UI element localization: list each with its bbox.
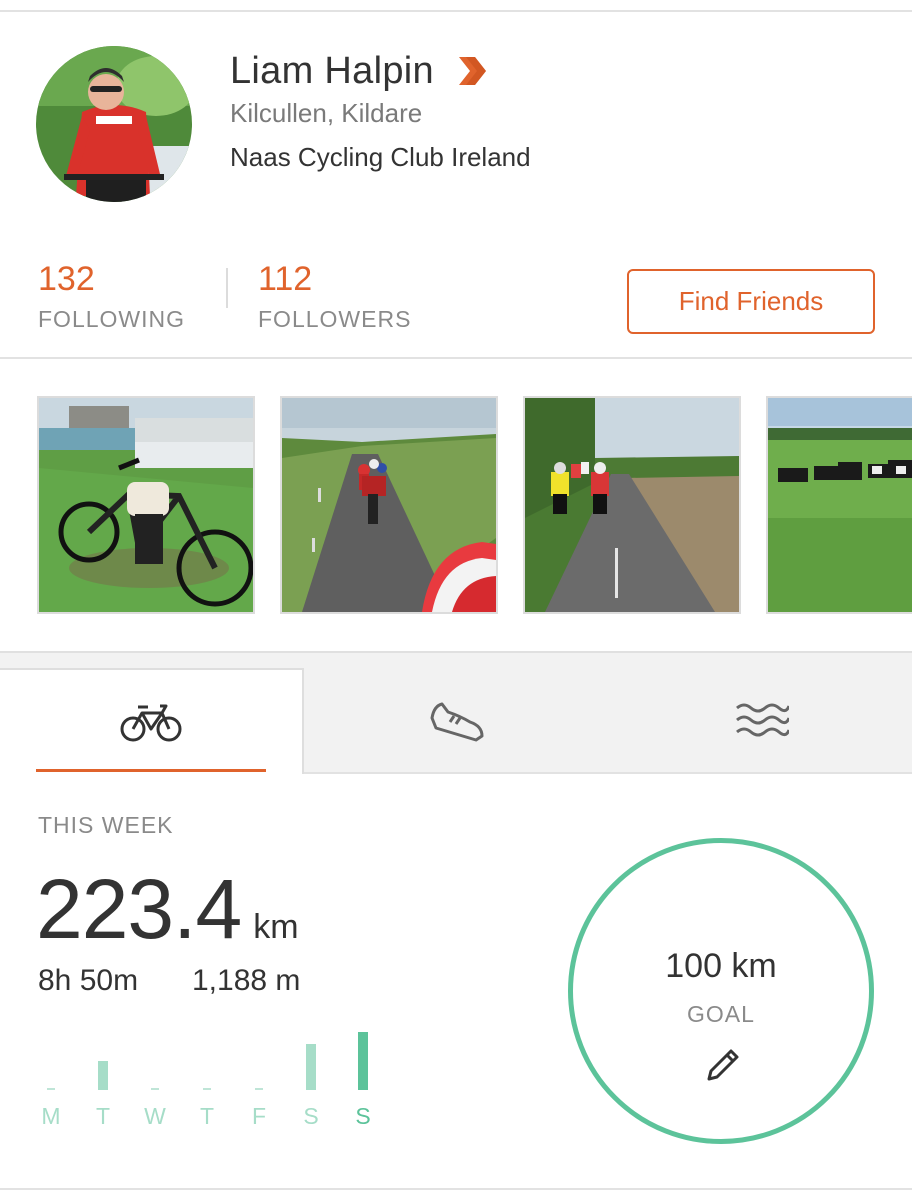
bike-by-canal-photo[interactable] bbox=[37, 396, 255, 614]
stat-divider bbox=[226, 268, 228, 308]
day-column: M bbox=[38, 1030, 64, 1130]
followers-label: FOLLOWERS bbox=[258, 306, 412, 332]
tab-active-indicator bbox=[36, 769, 266, 772]
tab-bottom-rule bbox=[304, 772, 912, 774]
waves-icon[interactable] bbox=[733, 700, 791, 747]
day-letter: T bbox=[199, 1103, 215, 1129]
week-distance-value: 223.4 bbox=[36, 862, 242, 956]
this-week-label: THIS WEEK bbox=[38, 812, 174, 838]
day-bar bbox=[306, 1044, 316, 1090]
day-bar bbox=[151, 1088, 159, 1090]
day-column: T bbox=[194, 1030, 220, 1130]
road-riders-photo[interactable] bbox=[523, 396, 741, 614]
profile-location: Kilcullen, Kildare bbox=[230, 98, 423, 128]
week-distance: 223.4 km bbox=[36, 864, 299, 954]
profile-club[interactable]: Naas Cycling Club Ireland bbox=[230, 142, 531, 173]
top-divider bbox=[0, 10, 912, 12]
shoe-icon[interactable] bbox=[428, 698, 486, 749]
day-letter: F bbox=[251, 1103, 267, 1129]
bottom-divider bbox=[0, 1188, 912, 1190]
avatar[interactable] bbox=[36, 46, 192, 202]
goal-value: 100 km bbox=[665, 947, 777, 985]
day-letter: M bbox=[41, 1103, 61, 1129]
day-letter: S bbox=[355, 1103, 371, 1129]
followers-stat[interactable]: 112 FOLLOWERS bbox=[258, 260, 411, 333]
find-friends-button[interactable]: Find Friends bbox=[627, 269, 875, 334]
bike-icon[interactable] bbox=[120, 700, 182, 749]
day-column: F bbox=[246, 1030, 272, 1130]
following-count: 132 bbox=[38, 260, 95, 298]
group-ride-photo[interactable] bbox=[280, 396, 498, 614]
day-letter: S bbox=[303, 1103, 319, 1129]
followers-count: 112 bbox=[258, 260, 313, 298]
day-bar bbox=[358, 1032, 368, 1090]
week-day-chart: MTWTFSS bbox=[38, 1030, 378, 1130]
day-bar bbox=[47, 1088, 55, 1090]
weekly-goal-ring[interactable]: 100 km GOAL bbox=[568, 838, 874, 1144]
day-bar bbox=[255, 1088, 263, 1090]
day-column: W bbox=[142, 1030, 168, 1130]
day-letter: W bbox=[144, 1103, 166, 1129]
profile-name: Liam Halpin bbox=[230, 50, 434, 92]
following-stat[interactable]: 132 FOLLOWING bbox=[38, 260, 185, 333]
week-moving-time: 8h 50m bbox=[38, 964, 139, 997]
day-bar bbox=[98, 1061, 108, 1090]
week-distance-unit: km bbox=[253, 908, 299, 946]
day-column: T bbox=[90, 1030, 116, 1130]
day-letter: T bbox=[95, 1103, 111, 1129]
day-column: S bbox=[298, 1030, 324, 1130]
section-divider bbox=[0, 357, 912, 359]
premium-chevron-icon bbox=[456, 55, 488, 92]
week-elevation: 1,188 m bbox=[192, 964, 301, 997]
pencil-icon[interactable] bbox=[703, 1045, 743, 1090]
day-column: S bbox=[350, 1030, 376, 1130]
profile-name-row: Liam Halpin bbox=[230, 50, 488, 93]
goal-label: GOAL bbox=[687, 1001, 755, 1027]
day-bar bbox=[203, 1088, 211, 1090]
following-label: FOLLOWING bbox=[38, 306, 186, 332]
cows-field-photo[interactable] bbox=[766, 396, 912, 614]
